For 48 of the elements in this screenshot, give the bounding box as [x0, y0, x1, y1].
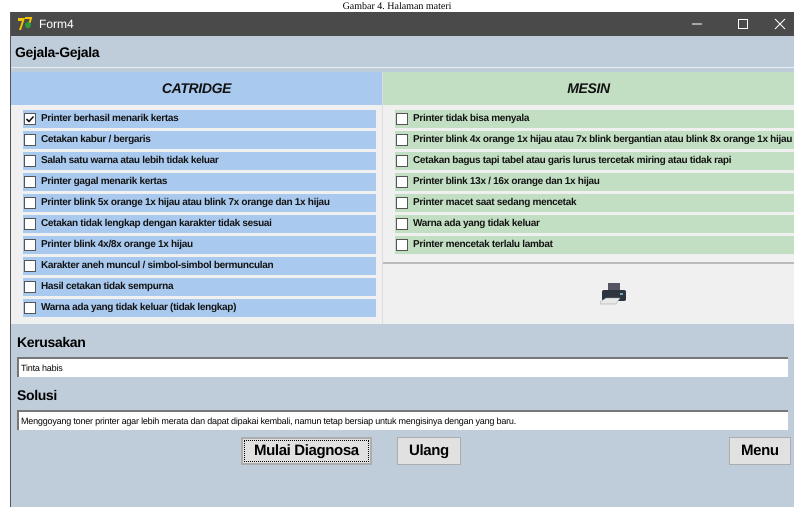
column-header: MESIN	[383, 72, 794, 105]
text-field[interactable]: Menggoyang toner printer agar lebih merata dan dapat dipakai kembali, namun tetap bersiap untuk mengisinya dengan yang baru.	[17, 410, 788, 430]
symptom-checkbox[interactable]: Printer tidak bisa menyala	[395, 110, 794, 128]
symptom-checkbox[interactable]: Printer berhasil menarik kertas	[23, 110, 376, 128]
symptom-checkbox[interactable]: Cetakan bagus tapi tabel atau garis lurus tercetak miring atau tidak rapi	[395, 152, 794, 170]
field-label: Kerusakan	[17, 333, 86, 352]
checkbox[interactable]	[24, 113, 36, 125]
checkbox[interactable]	[396, 134, 408, 146]
action-button[interactable]: Menu	[729, 437, 791, 465]
figure-caption: Gambar 4. Halaman materi	[342, 1, 452, 12]
symptom-checkbox[interactable]: Printer mencetak terlalu lambat	[395, 236, 794, 254]
checkbox[interactable]	[24, 302, 36, 314]
symptom-checkbox[interactable]: Printer blink 4x/8x orange 1x hijau	[23, 236, 376, 254]
checkbox[interactable]	[24, 260, 36, 272]
symptom-checkbox[interactable]: Printer blink 5x orange 1x hijau atau blink 7x orange dan 1x hijau	[23, 194, 376, 212]
checkbox[interactable]	[24, 239, 36, 251]
text-field[interactable]: Tinta habis	[17, 357, 788, 377]
field-label: Solusi	[17, 386, 58, 405]
checkbox[interactable]	[24, 281, 36, 293]
checkbox[interactable]	[396, 239, 408, 251]
column-header: CATRIDGE	[11, 72, 382, 105]
checkbox[interactable]	[396, 113, 408, 125]
symptom-checkbox[interactable]: Hasil cetakan tidak sempurna	[23, 278, 376, 296]
checkbox[interactable]	[396, 218, 408, 230]
action-button[interactable]: Ulang	[397, 437, 461, 465]
checkbox[interactable]	[396, 155, 408, 167]
symptom-checkbox[interactable]: Printer blink 13x / 16x orange dan 1x hijau	[395, 173, 794, 191]
symptom-checkbox[interactable]: Printer macet saat sedang mencetak	[395, 194, 794, 212]
symptom-checkbox[interactable]: Printer blink 4x orange 1x hijau atau 7x blink bergantian atau blink 8x orange 1x hijau	[395, 131, 794, 149]
symptom-checkbox[interactable]: Salah satu warna atau lebih tidak keluar	[23, 152, 376, 170]
symptom-checkbox[interactable]: Printer gagal menarik kertas	[23, 173, 376, 191]
symptom-checkbox[interactable]: Cetakan tidak lengkap dengan karakter tidak sesuai	[23, 215, 376, 233]
action-button[interactable]: Mulai Diagnosa	[241, 437, 372, 465]
checkbox[interactable]	[24, 218, 36, 230]
checkbox[interactable]	[396, 176, 408, 188]
checkbox[interactable]	[396, 197, 408, 209]
window-title: Form4	[39, 16, 74, 33]
checkbox[interactable]	[24, 176, 36, 188]
symptom-checkbox[interactable]: Karakter aneh muncul / simbol-simbol bermunculan	[23, 257, 376, 275]
symptom-checkbox[interactable]: Warna ada yang tidak keluar	[395, 215, 794, 233]
symptom-checkbox[interactable]: Warna ada yang tidak keluar (tidak lengkap)	[23, 299, 376, 317]
symptom-checkbox[interactable]: Cetakan kabur / bergaris	[23, 131, 376, 149]
printer-icon	[600, 282, 628, 306]
checkbox[interactable]	[24, 134, 36, 146]
group-title: Gejala-Gejala	[15, 44, 100, 60]
checkbox[interactable]	[24, 155, 36, 167]
app-icon	[17, 16, 33, 32]
checkbox[interactable]	[24, 197, 36, 209]
